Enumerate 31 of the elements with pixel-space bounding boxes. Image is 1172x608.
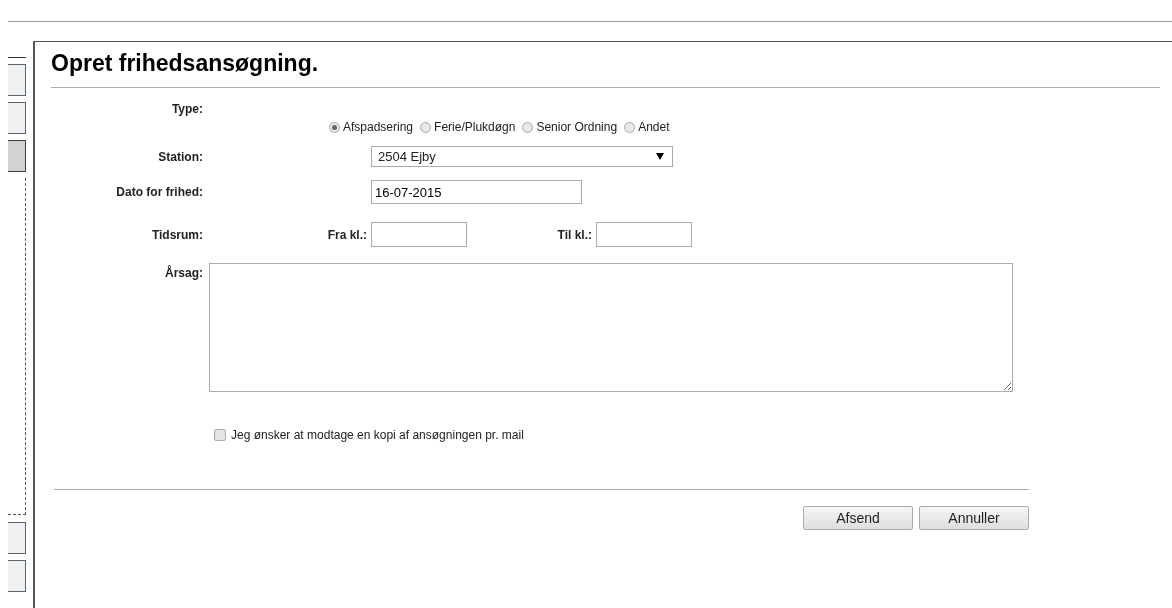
from-time-field[interactable] [371,222,467,247]
form-button[interactable]: Annuller [919,506,1029,530]
field-label: Tidsrum: [150,227,203,242]
date-field[interactable]: 16-07-2015 [371,180,582,204]
sidebar-button[interactable] [8,64,26,96]
field-label: Til kl.: [556,227,592,242]
sidebar-button[interactable] [8,522,26,554]
radio-button[interactable] [420,121,432,133]
checkbox[interactable] [214,429,226,441]
dialog-title: Opret frihedsansøgning. [51,50,1160,88]
checkbox-label: Jeg ønsker at modtage en kopi af ansøgningen pr. mail [231,428,524,442]
field-label: Årsag: [164,266,203,280]
reason-field[interactable] [209,263,1013,392]
radio-option[interactable]: Andet [624,120,670,134]
sidebar-button[interactable] [8,560,26,592]
field-label: Type: [170,102,203,116]
dropdown-arrow-icon [656,153,664,160]
field-label: Dato for frihed: [115,185,203,199]
station-dropdown[interactable]: 2504 Ejby [371,146,673,167]
radio-button[interactable] [329,121,340,133]
radio-button[interactable] [522,121,534,133]
sidebar-button[interactable] [8,140,26,172]
radio-option[interactable]: Ferie/Plukdøgn [420,120,516,134]
radio-option[interactable]: Afspadsering [329,120,414,134]
form-button[interactable]: Afsend [803,506,913,530]
radio-button[interactable] [624,121,636,133]
field-label: Station: [157,149,203,164]
to-time-field[interactable] [596,222,692,247]
radio-option[interactable]: Senior Ordning [522,120,618,134]
field-label: Fra kl.: [326,227,367,242]
sidebar-button[interactable] [8,102,26,134]
